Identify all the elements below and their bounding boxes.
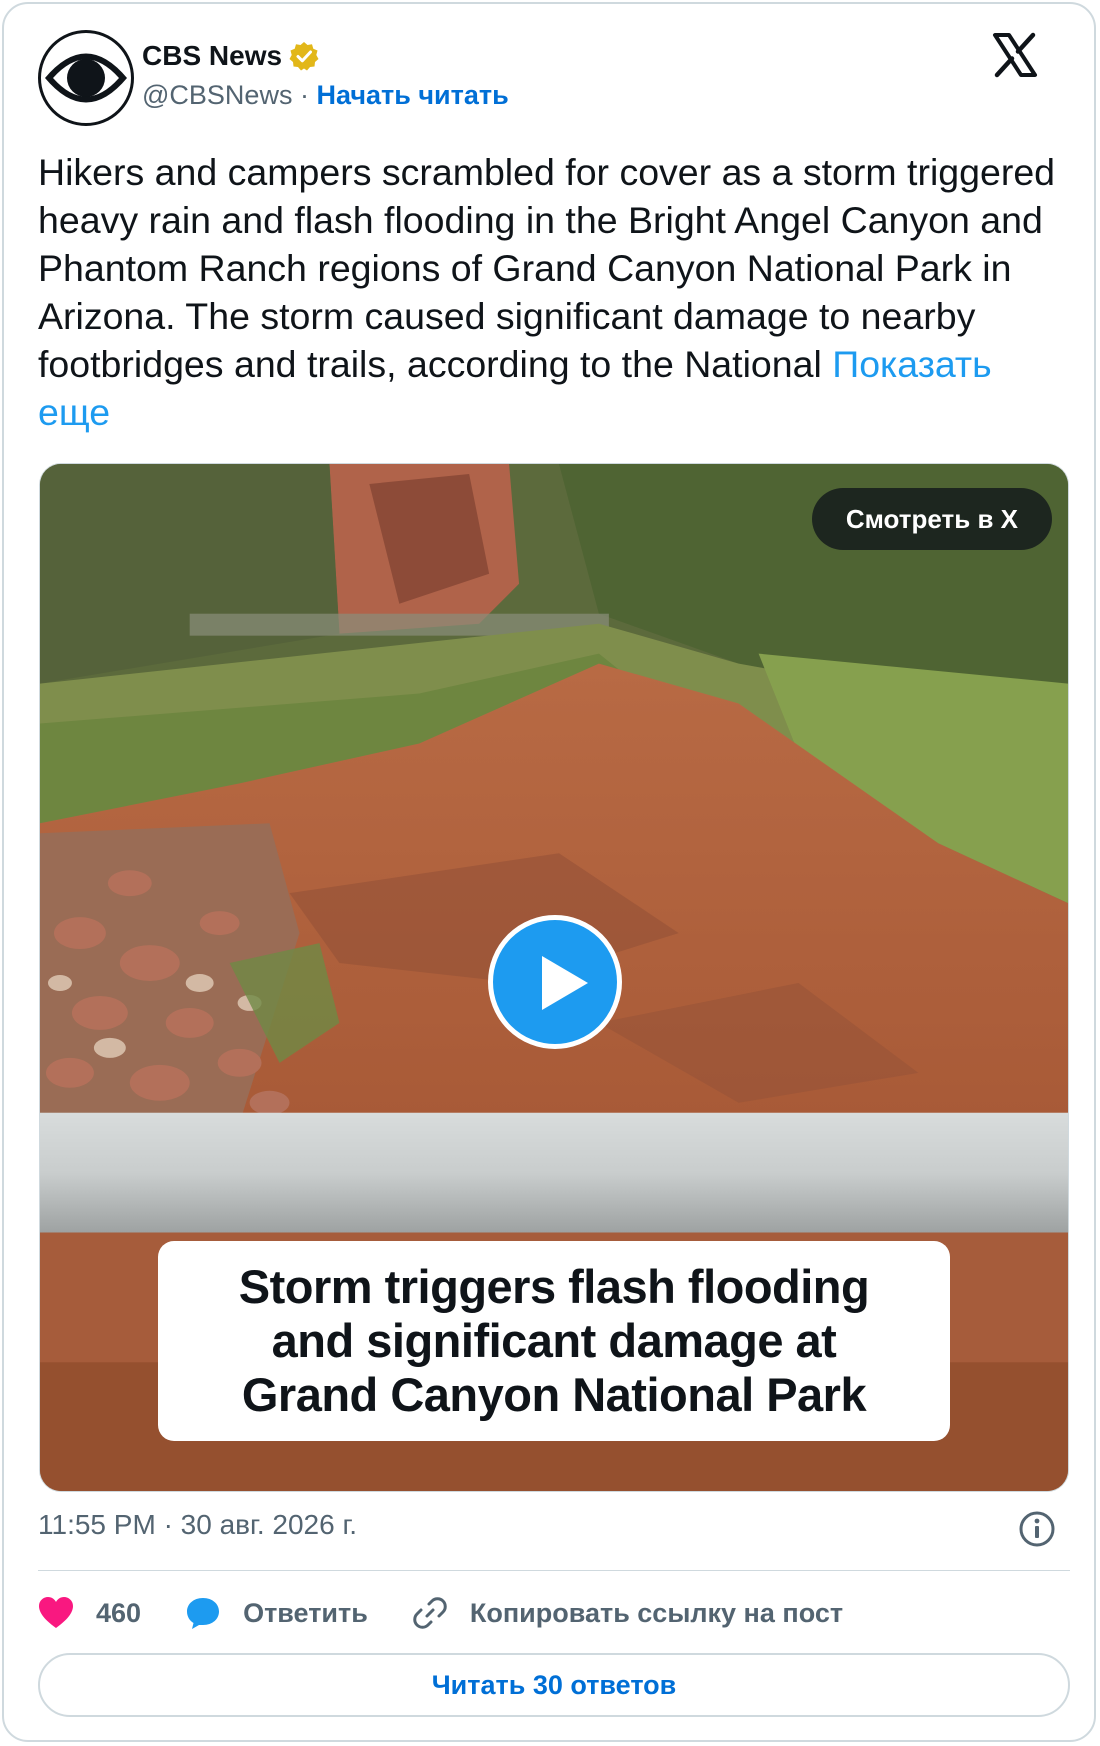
play-icon[interactable]	[488, 915, 622, 1049]
heart-icon	[39, 1597, 73, 1628]
caption-line: Grand Canyon National Park	[241, 1368, 867, 1421]
x-logo-icon[interactable]	[992, 32, 1038, 78]
like-count: 460	[96, 1597, 142, 1628]
action-bar: 460 Ответить Копировать ссылку на пост	[38, 1590, 887, 1636]
verified-badge-icon	[289, 42, 319, 71]
caption-line: and significant damage at	[271, 1314, 837, 1367]
reply-button[interactable]: Ответить	[185, 1596, 368, 1630]
author-name[interactable]: CBS News	[142, 40, 282, 72]
timestamp-separator: ·	[163, 1509, 173, 1540]
caption-line: Storm triggers flash flooding	[238, 1260, 870, 1313]
follow-link[interactable]: Начать читать	[316, 80, 508, 110]
read-replies-button[interactable]: Читать 30 ответов	[38, 1653, 1070, 1717]
post-time: 11:55 PM	[38, 1509, 156, 1540]
speech-bubble-icon	[187, 1598, 220, 1629]
link-icon	[413, 1597, 447, 1629]
avatar[interactable]	[38, 30, 134, 126]
watch-on-x-button[interactable]: Смотреть в X	[811, 488, 1052, 550]
copy-link-button[interactable]: Копировать ссылку на пост	[412, 1595, 843, 1631]
like-button[interactable]: 460	[38, 1596, 141, 1630]
post-timestamp[interactable]: 11:55 PM · 30 авг. 2026 г.	[38, 1509, 357, 1541]
author-handle[interactable]: @CBSNews	[142, 80, 292, 110]
post-text: Hikers and campers scrambled for cover a…	[38, 148, 1068, 436]
info-icon[interactable]	[1018, 1510, 1056, 1548]
author-name-row[interactable]: CBS News	[142, 40, 320, 72]
post-date: 30 авг. 2026 г.	[180, 1509, 358, 1540]
video-thumbnail[interactable]: Смотреть в X Storm triggers flash floodi…	[39, 463, 1069, 1492]
video-caption: Storm triggers flash flooding and signif…	[158, 1241, 950, 1441]
reply-label: Ответить	[243, 1597, 368, 1628]
embedded-post-card: CBS News @CBSNews · Начать читать Hikers…	[2, 2, 1096, 1742]
handle-separator: ·	[299, 80, 309, 110]
divider	[38, 1570, 1070, 1571]
author-handle-row: @CBSNews · Начать читать	[142, 80, 509, 111]
copy-link-label: Копировать ссылку на пост	[469, 1597, 844, 1628]
cbs-eye-logo-icon	[45, 53, 127, 103]
